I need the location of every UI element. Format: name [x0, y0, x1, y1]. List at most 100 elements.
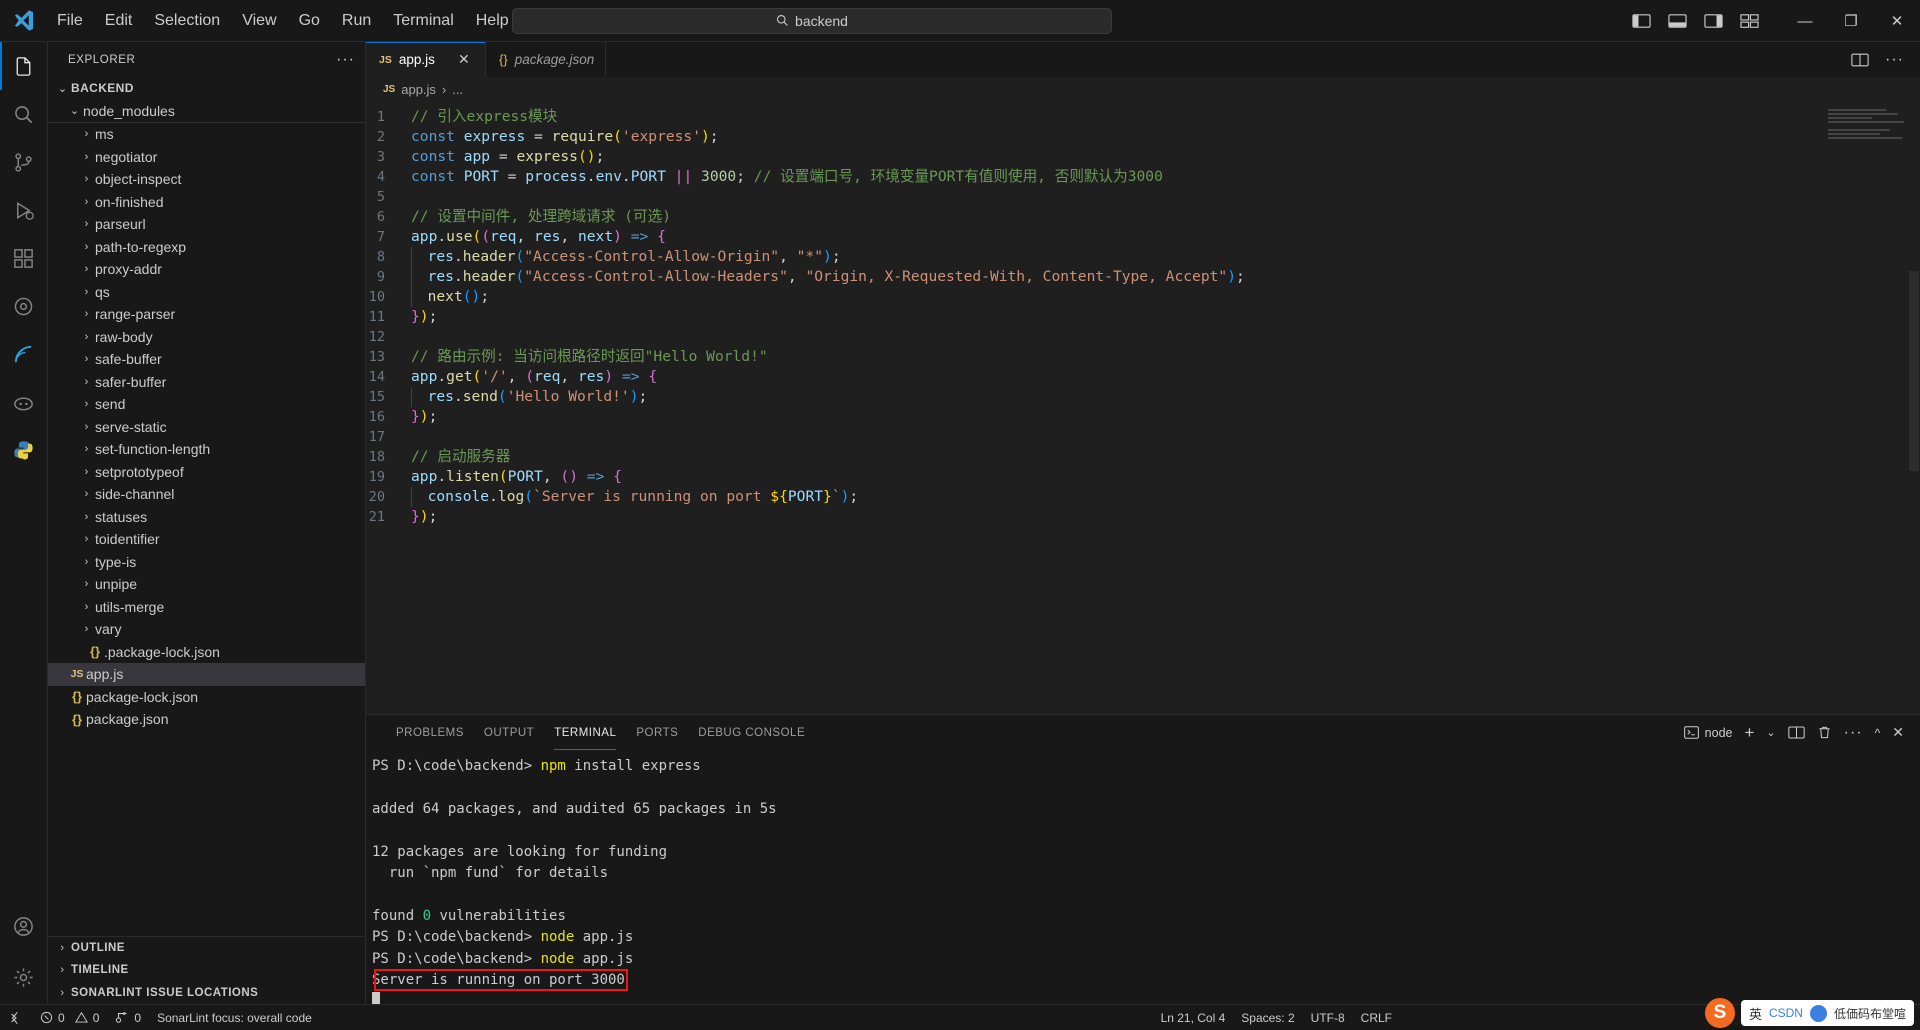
- tree-folder-send[interactable]: › send: [48, 393, 365, 416]
- tree-folder-statuses[interactable]: › statuses: [48, 506, 365, 529]
- tree-folder-side-channel[interactable]: › side-channel: [48, 483, 365, 506]
- tab-problems[interactable]: PROBLEMS: [386, 715, 474, 750]
- code-line[interactable]: 9 res.header("Access-Control-Allow-Header…: [366, 267, 1920, 287]
- tree-folder-set-function-length[interactable]: › set-function-length: [48, 438, 365, 461]
- trash-icon[interactable]: [1817, 725, 1832, 740]
- status-cursor-position[interactable]: Ln 21, Col 4: [1153, 1005, 1234, 1030]
- toggle-secondary-sidebar-icon[interactable]: [1704, 13, 1724, 30]
- tree-folder-object-inspect[interactable]: › object-inspect: [48, 168, 365, 191]
- tree-folder-path-to-regexp[interactable]: › path-to-regexp: [48, 236, 365, 259]
- tree-folder-raw-body[interactable]: › raw-body: [48, 326, 365, 349]
- sidebar-section-sonarlint-issue-locations[interactable]: › SONARLINT ISSUE LOCATIONS: [48, 982, 365, 1005]
- activity-source-control-icon[interactable]: [0, 138, 48, 186]
- code-line[interactable]: 8 res.header("Access-Control-Allow-Origin…: [366, 247, 1920, 267]
- editor-more-actions-icon[interactable]: ···: [1885, 51, 1904, 69]
- code-line[interactable]: 6 // 设置中间件, 处理跨域请求 (可选): [366, 207, 1920, 227]
- terminal-output[interactable]: PS D:\code\backend> npm install express a…: [366, 750, 1920, 1004]
- close-panel-icon[interactable]: ✕: [1892, 724, 1904, 741]
- tab-close-icon[interactable]: ✕: [456, 51, 472, 68]
- tree-folder-setprototypeof[interactable]: › setprototypeof: [48, 461, 365, 484]
- toggle-panel-icon[interactable]: [1668, 13, 1688, 30]
- tree-folder-proxy-addr[interactable]: › proxy-addr: [48, 258, 365, 281]
- tree-file-package.json[interactable]: {} package.json: [48, 708, 365, 731]
- tree-folder-safer-buffer[interactable]: › safer-buffer: [48, 371, 365, 394]
- toggle-primary-sidebar-icon[interactable]: [1632, 13, 1652, 30]
- menu-view[interactable]: View: [231, 8, 287, 34]
- explorer-more-icon[interactable]: ···: [336, 51, 355, 69]
- code-line[interactable]: 17: [366, 427, 1920, 447]
- terminal-shell-chip[interactable]: node: [1683, 726, 1732, 740]
- tree-folder-qs[interactable]: › qs: [48, 281, 365, 304]
- code-line[interactable]: 4 const PORT = process.env.PORT || 3000; …: [366, 167, 1920, 187]
- new-terminal-icon[interactable]: +: [1744, 723, 1754, 743]
- code-line[interactable]: 14 app.get('/', (req, res) => {: [366, 367, 1920, 387]
- status-ports[interactable]: 0: [107, 1005, 149, 1030]
- tree-folder-node_modules[interactable]: ⌄ node_modules: [48, 100, 365, 123]
- terminal-dropdown-icon[interactable]: ⌄: [1766, 726, 1775, 739]
- split-terminal-icon[interactable]: [1787, 725, 1805, 740]
- tab-app-js[interactable]: JS app.js ✕: [366, 42, 486, 77]
- tree-file-app.js[interactable]: JS app.js: [48, 663, 365, 686]
- code-line[interactable]: 21});: [366, 507, 1920, 527]
- menu-go[interactable]: Go: [288, 8, 331, 34]
- tree-file-package-lock.json[interactable]: {} package-lock.json: [48, 686, 365, 709]
- tree-file-.package-lock.json[interactable]: {} .package-lock.json: [48, 641, 365, 664]
- activity-python-icon[interactable]: [0, 426, 48, 474]
- menu-run[interactable]: Run: [331, 8, 382, 34]
- minimap[interactable]: [1828, 109, 1906, 169]
- close-button[interactable]: ✕: [1874, 0, 1920, 42]
- ime-dot-icon[interactable]: [1809, 1004, 1827, 1022]
- code-line[interactable]: 5: [366, 187, 1920, 207]
- activity-extensions-icon[interactable]: [0, 234, 48, 282]
- menu-edit[interactable]: Edit: [94, 8, 144, 34]
- activity-copilot-icon[interactable]: [0, 378, 48, 426]
- status-problems[interactable]: 0 0: [32, 1005, 107, 1030]
- minimize-button[interactable]: —: [1782, 0, 1828, 42]
- activity-run-debug-icon[interactable]: [0, 186, 48, 234]
- code-line[interactable]: 20 console.log(`Server is running on port…: [366, 487, 1920, 507]
- activity-search-icon[interactable]: [0, 90, 48, 138]
- code-line[interactable]: 1 // 引入express模块: [366, 107, 1920, 127]
- tree-folder-safe-buffer[interactable]: › safe-buffer: [48, 348, 365, 371]
- tree-folder-serve-static[interactable]: › serve-static: [48, 416, 365, 439]
- code-line[interactable]: 11});: [366, 307, 1920, 327]
- tree-folder-unpipe[interactable]: › unpipe: [48, 573, 365, 596]
- status-eol[interactable]: CRLF: [1353, 1005, 1400, 1030]
- sidebar-section-timeline[interactable]: › TIMELINE: [48, 959, 365, 982]
- code-line[interactable]: 3 const app = express();: [366, 147, 1920, 167]
- code-line[interactable]: 7 app.use((req, res, next) => {: [366, 227, 1920, 247]
- code-editor[interactable]: 1// 引入express模块 2 const express = require(…: [366, 101, 1920, 714]
- tab-ports[interactable]: PORTS: [626, 715, 688, 750]
- code-content[interactable]: 1// 引入express模块 2 const express = require(…: [366, 101, 1920, 714]
- tree-folder-type-is[interactable]: › type-is: [48, 551, 365, 574]
- ime-language-label[interactable]: 英: [1749, 1004, 1762, 1023]
- ime-csdn-label[interactable]: CSDN: [1769, 1006, 1803, 1020]
- tree-folder-negotiator[interactable]: › negotiator: [48, 146, 365, 169]
- sogou-logo-icon[interactable]: S: [1704, 998, 1735, 1028]
- ime-text-label[interactable]: 低価码布堂喧: [1834, 1005, 1906, 1022]
- code-line[interactable]: 13 // 路由示例: 当访问根路径时返回"Hello World!": [366, 347, 1920, 367]
- code-line[interactable]: 15 res.send('Hello World!');: [366, 387, 1920, 407]
- tab-debug-console[interactable]: DEBUG CONSOLE: [688, 715, 815, 750]
- activity-sonarlint-icon[interactable]: [0, 330, 48, 378]
- activity-accounts-icon[interactable]: [0, 902, 48, 950]
- code-line[interactable]: 2 const express = require('express');: [366, 127, 1920, 147]
- tree-folder-toidentifier[interactable]: › toidentifier: [48, 528, 365, 551]
- menu-selection[interactable]: Selection: [143, 8, 231, 34]
- tree-folder-parseurl[interactable]: › parseurl: [48, 213, 365, 236]
- status-encoding[interactable]: UTF-8: [1303, 1005, 1353, 1030]
- tree-folder-ms[interactable]: › ms: [48, 123, 365, 146]
- activity-manage-settings-icon[interactable]: [0, 950, 48, 1004]
- maximize-button[interactable]: ❐: [1828, 0, 1874, 42]
- code-line[interactable]: 19 app.listen(PORT, () => {: [366, 467, 1920, 487]
- code-line[interactable]: 18 // 启动服务器: [366, 447, 1920, 467]
- editor-scrollbar[interactable]: [1906, 101, 1920, 714]
- tree-folder-on-finished[interactable]: › on-finished: [48, 191, 365, 214]
- status-indentation[interactable]: Spaces: 2: [1233, 1005, 1302, 1030]
- tree-folder-utils-merge[interactable]: › utils-merge: [48, 596, 365, 619]
- tree-root-backend[interactable]: ⌄ BACKEND: [48, 77, 365, 100]
- panel-more-icon[interactable]: ···: [1844, 724, 1863, 742]
- customize-layout-icon[interactable]: [1740, 13, 1760, 30]
- activity-explorer-icon[interactable]: [0, 42, 48, 90]
- sidebar-section-outline[interactable]: › OUTLINE: [48, 937, 365, 960]
